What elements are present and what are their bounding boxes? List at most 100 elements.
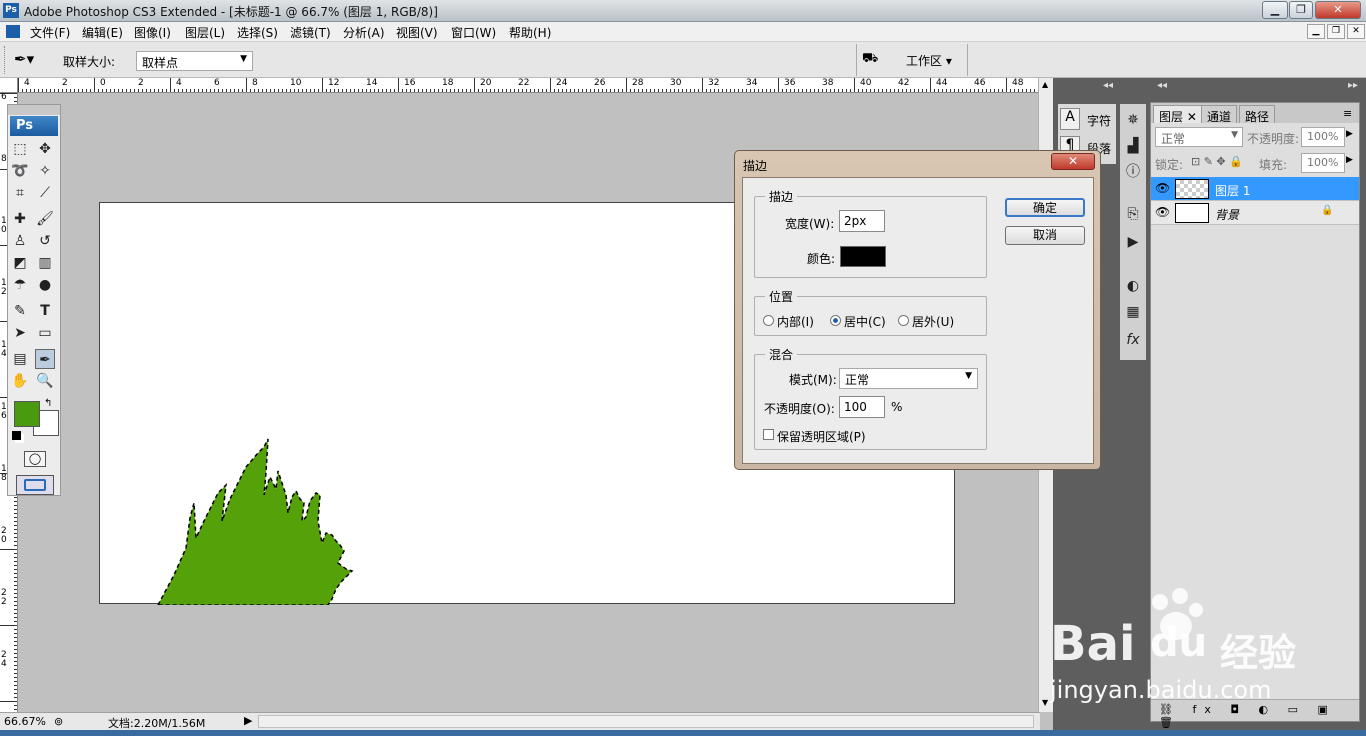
minimize-button[interactable]: ▁ [1262, 1, 1288, 19]
status-menu-arrow-icon[interactable]: ▶ [244, 714, 252, 727]
preserve-transparency-label[interactable]: 保留透明区域(P) [777, 428, 866, 445]
swap-colors-icon[interactable]: ↰ [44, 398, 52, 409]
doc-minimize-button[interactable]: ▁ [1307, 24, 1325, 39]
pen-tool-icon[interactable]: ✎ [10, 301, 30, 321]
path-select-icon[interactable]: ➤ [10, 323, 30, 343]
histogram-icon[interactable]: ▟ [1122, 136, 1144, 156]
history-icon[interactable]: ⎘ [1122, 204, 1144, 224]
clone-stamp-icon[interactable]: ♙ [10, 231, 30, 251]
workspace-button[interactable]: 工作区 ▾ [906, 52, 952, 69]
tab-paths[interactable]: 路径 [1239, 105, 1276, 124]
dodge-tool-icon[interactable]: ● [35, 275, 55, 295]
menu-select[interactable]: 选择(S) [237, 24, 278, 41]
move-tool-icon[interactable]: ✥ [35, 139, 55, 159]
lasso-tool-icon[interactable]: ➰ [10, 161, 30, 181]
menu-layer[interactable]: 图层(L) [185, 24, 225, 41]
character-icon[interactable]: A [1060, 108, 1080, 130]
menu-file[interactable]: 文件(F) [30, 24, 70, 41]
actions-icon[interactable]: ▶ [1122, 232, 1144, 252]
panel-menu-icon[interactable]: ≡ [1343, 107, 1352, 120]
dialog-close-button[interactable]: ✕ [1051, 153, 1095, 170]
zoom-level[interactable]: 66.67% [4, 715, 46, 728]
eyedropper-tool-icon[interactable]: ✒ [35, 349, 55, 369]
scroll-down-icon[interactable]: ▼ [1042, 698, 1048, 707]
eyedropper-preset-icon[interactable]: ✒▾ [14, 50, 50, 70]
stroke-color-swatch[interactable] [840, 246, 886, 267]
navigator-icon[interactable]: ✵ [1122, 110, 1144, 130]
menu-view[interactable]: 视图(V) [396, 24, 438, 41]
bridge-icon[interactable]: ⛟ [862, 51, 886, 69]
menu-window[interactable]: 窗口(W) [451, 24, 496, 41]
blur-tool-icon[interactable]: ☂ [10, 275, 30, 295]
screen-mode-icon[interactable] [16, 475, 54, 495]
zoom-tool-icon[interactable]: 🔍 [35, 371, 55, 391]
layer-row-background[interactable]: 👁 背景 🔒 [1151, 201, 1359, 225]
menu-edit[interactable]: 编辑(E) [82, 24, 123, 41]
close-button[interactable]: ✕ [1315, 1, 1361, 19]
shape-tool-icon[interactable]: ▭ [35, 323, 55, 343]
layer-row-1[interactable]: 👁 图层 1 [1151, 177, 1359, 201]
eraser-tool-icon[interactable]: ◩ [10, 253, 30, 273]
swatches-icon[interactable]: ▦ [1122, 302, 1144, 322]
ruler-tick [698, 89, 699, 92]
doc-restore-button[interactable]: ❐ [1327, 24, 1345, 39]
status-icon[interactable]: ⊚ [54, 715, 63, 728]
menu-analysis[interactable]: 分析(A) [343, 24, 385, 41]
ruler-origin[interactable] [0, 78, 18, 93]
tab-layers[interactable]: 图层 ✕ [1153, 105, 1203, 124]
collapse-icon[interactable]: ◂◂ [1103, 80, 1113, 91]
slice-tool-icon[interactable]: ⟋ [35, 183, 55, 203]
brush-tool-icon[interactable]: 🖌 [35, 209, 55, 229]
foreground-color-swatch[interactable] [14, 401, 40, 427]
center-radio[interactable] [830, 315, 841, 326]
inside-label[interactable]: 内部(I) [777, 313, 814, 330]
horizontal-ruler[interactable]: 4 2 0 2 4 6 8 10 12 14 16 18 20 22 24 26 28 30 32 34 36 38 40 4… [18, 78, 1038, 93]
hand-tool-icon[interactable]: ✋ [10, 371, 30, 391]
styles-icon[interactable]: fx [1122, 330, 1144, 350]
blend-mode-select[interactable]: 正常 ▼ [1155, 127, 1243, 147]
fill-input[interactable]: 100% [1301, 153, 1345, 173]
healing-brush-icon[interactable]: ✚ [10, 209, 30, 229]
info-icon[interactable]: ⓘ [1122, 162, 1144, 182]
collapse-icon[interactable]: ◂◂ [1157, 80, 1167, 91]
dialog-opacity-input[interactable]: 100 [839, 396, 885, 418]
preserve-transparency-checkbox[interactable] [763, 429, 774, 440]
tab-channels[interactable]: 通道 [1201, 105, 1238, 124]
ok-button[interactable]: 确定 [1005, 198, 1085, 217]
outside-radio[interactable] [898, 315, 909, 326]
history-brush-icon[interactable]: ↺ [35, 231, 55, 251]
visibility-eye-icon[interactable]: 👁 [1155, 181, 1170, 195]
magic-wand-icon[interactable]: ✧ [35, 161, 55, 181]
visibility-eye-icon[interactable]: 👁 [1155, 205, 1170, 219]
color-icon[interactable]: ◐ [1122, 276, 1144, 296]
menu-filter[interactable]: 滤镜(T) [290, 24, 331, 41]
scroll-up-icon[interactable]: ▲ [1042, 80, 1048, 89]
width-input[interactable]: 2px [839, 210, 885, 232]
lock-icons[interactable]: ⊡ ✎ ✥ 🔒 [1191, 155, 1243, 168]
fill-arrow-icon[interactable]: ▶ [1346, 155, 1353, 165]
crop-tool-icon[interactable]: ⌗ [10, 183, 30, 203]
tools-panel-header[interactable] [8, 105, 60, 115]
sample-size-select[interactable]: 取样点 ▼ [136, 51, 253, 71]
default-colors-icon[interactable] [12, 431, 21, 440]
quick-mask-icon[interactable]: ◯ [24, 451, 46, 467]
menu-image[interactable]: 图像(I) [134, 24, 171, 41]
expand-icon[interactable]: ▸▸ [1348, 80, 1358, 91]
marquee-tool-icon[interactable]: ⬚ [10, 139, 30, 159]
outside-label[interactable]: 居外(U) [912, 313, 954, 330]
notes-tool-icon[interactable]: ▤ [10, 349, 30, 369]
ruler-tick [626, 78, 627, 92]
inside-radio[interactable] [763, 315, 774, 326]
mode-select[interactable]: 正常 ▼ [839, 368, 978, 389]
horizontal-scrollbar[interactable] [258, 715, 1034, 728]
doc-close-button[interactable]: ✕ [1347, 24, 1365, 39]
menu-help[interactable]: 帮助(H) [509, 24, 551, 41]
character-tab[interactable]: 字符 [1087, 112, 1111, 129]
type-tool-icon[interactable]: T [35, 301, 55, 321]
center-label[interactable]: 居中(C) [844, 313, 886, 330]
gradient-tool-icon[interactable]: ▥ [35, 253, 55, 273]
opacity-arrow-icon[interactable]: ▶ [1346, 129, 1353, 139]
cancel-button[interactable]: 取消 [1005, 226, 1085, 245]
opacity-input[interactable]: 100% [1301, 127, 1345, 147]
maximize-button[interactable]: ❐ [1289, 1, 1313, 19]
